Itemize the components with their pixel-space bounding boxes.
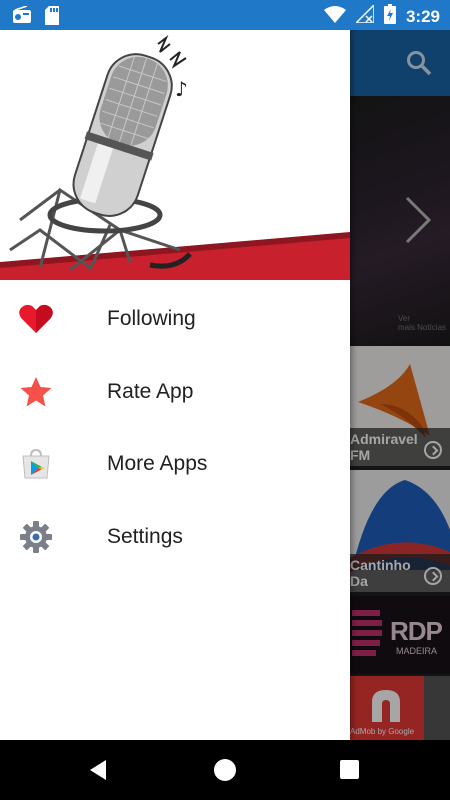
drawer-menu: Following Rate App More Apps Settings — [0, 283, 350, 573]
play-store-icon — [18, 446, 54, 482]
gear-icon — [18, 519, 54, 555]
back-icon[interactable] — [88, 759, 108, 786]
recent-apps-icon[interactable] — [340, 760, 359, 779]
menu-item-rate-app[interactable]: Rate App — [0, 356, 350, 429]
svg-text:♪: ♪ — [175, 77, 188, 101]
battery-icon — [383, 4, 396, 29]
system-navigation-bar — [0, 740, 450, 800]
home-icon[interactable] — [214, 759, 236, 781]
radio-icon — [12, 5, 32, 30]
microphone-illustration: ♪ — [0, 30, 350, 280]
navigation-drawer: ♪ Following Rate App More Apps Settings — [0, 30, 350, 740]
drawer-scrim[interactable] — [350, 30, 450, 740]
star-icon — [18, 374, 54, 410]
menu-item-settings[interactable]: Settings — [0, 501, 350, 574]
menu-label-following: Following — [107, 307, 196, 331]
menu-label-settings: Settings — [107, 524, 183, 548]
drawer-header-image: ♪ — [0, 30, 350, 280]
no-signal-icon — [354, 3, 375, 28]
menu-item-following[interactable]: Following — [0, 283, 350, 356]
status-time: 3:29 — [405, 6, 440, 26]
heart-icon — [18, 301, 54, 337]
menu-item-more-apps[interactable]: More Apps — [0, 428, 350, 501]
wifi-icon — [323, 5, 346, 28]
status-bar: 3:29 — [0, 0, 450, 30]
menu-label-rate-app: Rate App — [107, 379, 194, 403]
sd-card-icon — [44, 6, 60, 30]
menu-label-more-apps: More Apps — [107, 452, 208, 476]
